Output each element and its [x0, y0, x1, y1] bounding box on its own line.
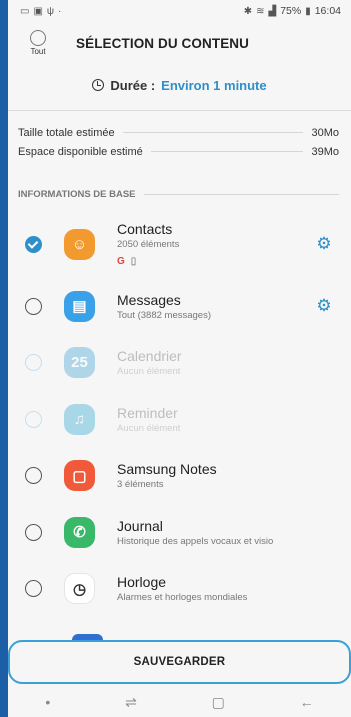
size-estimates: Taille totale estimée 30Mo Espace dispon… [8, 111, 351, 167]
item-name: Horloge [117, 574, 167, 591]
item-texts: Samsung Notes 3 éléments [117, 461, 217, 490]
radio-button [24, 410, 42, 428]
list-item-contacts[interactable]: ☺ Contacts 2050 éléments G ▯ ⚙ [8, 210, 351, 278]
item-name: Contacts [117, 221, 173, 237]
list-item-reminder: ♫ Reminder Aucun élément [8, 391, 351, 448]
account-badges: G ▯ [117, 256, 179, 267]
duration-row: Durée : Environ 1 minute [8, 70, 351, 100]
gear-icon[interactable]: ⚙ [315, 234, 333, 253]
status-right: ✱ ≋ ▟ 75% ▮ 16:04 [244, 5, 341, 17]
notes-icon: ▢ [64, 460, 95, 492]
radio-button[interactable] [24, 523, 42, 541]
item-name: Reminder [117, 404, 178, 421]
select-all-radio[interactable] [30, 30, 46, 46]
status-left-icons: ▭ ▣ ψ · [20, 6, 61, 17]
row-line [122, 132, 304, 133]
item-sub: Alarmes et horloges mondiales [117, 592, 248, 604]
battery-percent: 75% [280, 5, 302, 17]
battery-icon: ▮ [305, 5, 311, 17]
clock-icon: ◷ [64, 573, 95, 605]
page-title: SÉLECTION DU CONTENU [76, 35, 250, 51]
back-icon[interactable]: ← [300, 694, 314, 710]
radio-wrap [8, 410, 58, 428]
status-bar: ▭ ▣ ψ · ✱ ≋ ▟ 75% ▮ 16:04 [8, 0, 351, 22]
item-sub: Historique des appels vocaux et visio [117, 535, 274, 547]
item-sub: Aucun élément [117, 422, 181, 434]
list-item-samsung-notes[interactable]: ▢ Samsung Notes 3 éléments [8, 448, 351, 505]
select-all-toggle[interactable]: Tout [18, 30, 58, 56]
notification-icon: ψ [46, 5, 55, 17]
duration-label: Durée : [110, 77, 156, 93]
total-size-row: Taille totale estimée 30Mo [18, 123, 339, 142]
available-space-label: Espace disponible estimé [18, 145, 143, 158]
content-list: ☺ Contacts 2050 éléments G ▯ ⚙ ▤ Message… [8, 210, 351, 617]
item-name: Samsung Notes [117, 461, 217, 478]
messages-icon: ▤ [64, 290, 95, 322]
checkbox-checked[interactable] [24, 235, 42, 253]
reminder-icon: ♫ [64, 403, 95, 435]
recents-icon[interactable]: ⇌ [125, 694, 137, 711]
phone-screen: ▭ ▣ ψ · ✱ ≋ ▟ 75% ▮ 16:04 Tout SÉLECTION… [8, 0, 351, 717]
row-line [150, 151, 304, 152]
item-sub: 3 éléments [117, 479, 164, 491]
calendar-icon: 25 [64, 347, 95, 379]
section-header: INFORMATIONS DE BASE [8, 189, 351, 200]
status-time: 16:04 [314, 5, 341, 17]
save-button[interactable]: SAUVEGARDER [8, 640, 351, 684]
radio-wrap[interactable] [8, 523, 58, 541]
item-texts: Contacts 2050 éléments G ▯ [117, 221, 179, 267]
dot-icon: · [58, 5, 62, 17]
radio-wrap[interactable] [8, 235, 58, 253]
select-all-label: Tout [30, 47, 46, 56]
item-texts: Messages Tout (3882 messages) [117, 292, 211, 321]
item-texts: Calendrier Aucun élément [117, 348, 182, 377]
radio-button[interactable] [24, 580, 42, 598]
total-size-label: Taille totale estimée [18, 126, 115, 139]
item-texts: Journal Historique des appels vocaux et … [117, 518, 273, 547]
duration-value: Environ 1 minute [161, 77, 267, 93]
item-sub: Aucun élément [117, 366, 181, 378]
contact-icon: ☺ [64, 228, 95, 260]
section-title: INFORMATIONS DE BASE [18, 189, 136, 200]
item-name: Calendrier [117, 348, 182, 365]
bluetooth-icon: ✱ [243, 5, 253, 17]
dot-icon[interactable]: • [45, 694, 50, 710]
header: Tout SÉLECTION DU CONTENU [8, 22, 351, 64]
available-space-value: 39Mo [311, 145, 339, 158]
navigation-bar: • ⇌ ▢ ← [8, 687, 351, 717]
available-space-row: Espace disponible estimé 39Mo [18, 142, 339, 161]
item-sub: 2050 éléments [117, 239, 180, 250]
google-icon: G [117, 256, 125, 267]
clock-icon [92, 79, 105, 91]
total-size-value: 30Mo [311, 126, 339, 139]
item-texts: Horloge Alarmes et horloges mondiales [117, 574, 247, 603]
list-item-messages[interactable]: ▤ Messages Tout (3882 messages) ⚙ [8, 278, 351, 335]
radio-button[interactable] [24, 297, 42, 315]
radio-wrap [8, 354, 58, 372]
item-name: Messages [117, 291, 181, 308]
item-texts: Reminder Aucun élément [117, 405, 180, 434]
phone-icon: ✆ [64, 516, 95, 548]
item-sub: Tout (3882 messages) [117, 309, 211, 321]
device-icon: ▯ [130, 256, 137, 267]
item-name: Journal [117, 517, 163, 534]
gear-icon[interactable]: ⚙ [315, 296, 333, 315]
radio-button [24, 354, 42, 372]
list-item-journal[interactable]: ✆ Journal Historique des appels vocaux e… [8, 504, 351, 561]
image-icon: ▣ [33, 5, 43, 17]
radio-wrap[interactable] [8, 580, 58, 598]
gallery-icon: ▭ [20, 5, 30, 17]
list-item-calendar: 25 Calendrier Aucun élément [8, 335, 351, 392]
section-line [143, 194, 339, 195]
wifi-icon: ≋ [256, 5, 265, 17]
signal-icon: ▟ [268, 5, 277, 17]
radio-wrap[interactable] [8, 297, 58, 315]
radio-button[interactable] [24, 467, 42, 485]
radio-wrap[interactable] [8, 467, 58, 485]
home-icon[interactable]: ▢ [212, 694, 225, 711]
list-item-clock[interactable]: ◷ Horloge Alarmes et horloges mondiales [8, 561, 351, 618]
